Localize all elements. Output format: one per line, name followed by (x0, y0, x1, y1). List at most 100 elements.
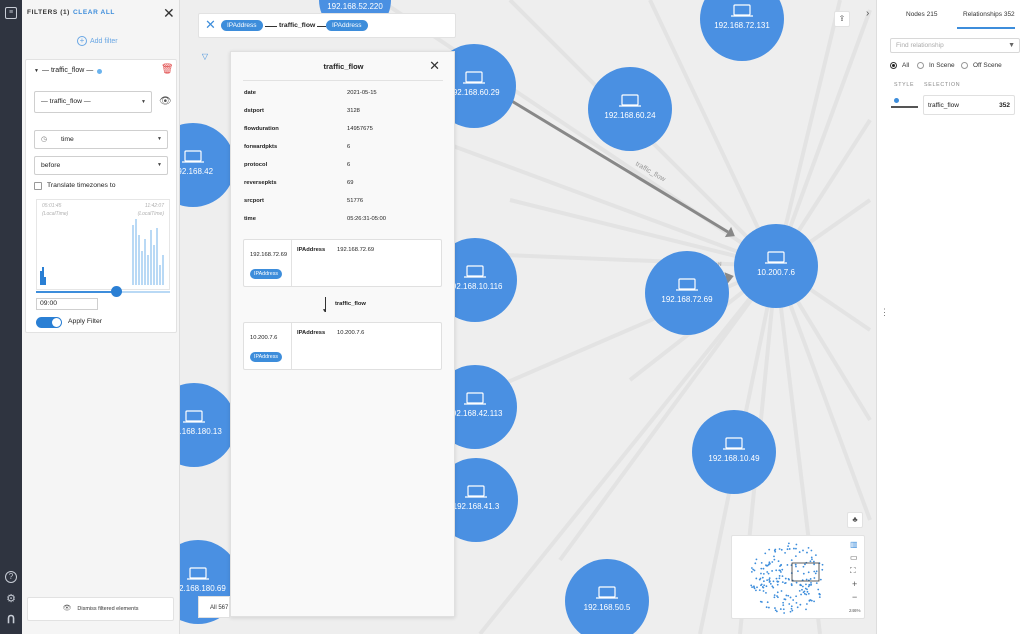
eye-icon[interactable]: 👁 (159, 96, 172, 107)
minimap-dot (807, 571, 810, 574)
funnel-icon[interactable]: ▽ (197, 50, 213, 66)
graph-node[interactable]: 192.168.180.13 (180, 383, 236, 467)
radio-all-label: All (902, 62, 910, 69)
node-circle[interactable] (645, 251, 729, 335)
hierarchy-layout-icon[interactable]: ♣ (847, 512, 863, 528)
minimap-dot (782, 608, 785, 611)
minimap-dot (799, 603, 802, 606)
path-to-pill[interactable]: IPAddress (326, 20, 368, 31)
target-prop-value: 10.200.7.6 (337, 330, 365, 336)
translate-timezones-checkbox[interactable] (34, 182, 42, 190)
minimap-dot (786, 564, 789, 566)
style-dot-icon[interactable] (894, 98, 899, 103)
property-value: 14957675 (347, 126, 373, 132)
minimap-dot (787, 594, 790, 597)
apply-filter-toggle[interactable] (36, 317, 62, 328)
minimap-dot (774, 607, 776, 609)
minimap-dot (783, 612, 786, 614)
property-value: 2021-05-15 (347, 90, 377, 96)
graph-node[interactable]: 192.168.60.24 (588, 67, 672, 151)
find-relationship-input[interactable]: Find relationship ▼ (890, 38, 1020, 53)
add-filter-button[interactable]: + Add filter (77, 36, 118, 46)
add-filter-label: Add filter (90, 37, 118, 45)
minimap-dot (804, 563, 806, 566)
node-circle[interactable] (734, 224, 818, 308)
minimap-dot (784, 582, 786, 585)
export-icon[interactable]: ⇪ (834, 11, 850, 27)
graph-node[interactable]: 10.200.7.6 (734, 224, 818, 308)
path-from-pill[interactable]: IPAddress (221, 20, 263, 31)
source-node-card[interactable]: 192.168.72.69 IPAddress IPAddress 192.16… (243, 239, 442, 287)
graph-node[interactable]: 192.168.10.49 (692, 410, 776, 494)
source-prop-key: IPAddress (297, 247, 326, 253)
help-icon[interactable]: ? (5, 571, 17, 583)
operator-select[interactable]: before ▼ (34, 156, 168, 175)
time-slider-handle[interactable] (111, 286, 123, 297)
minimap-dot (762, 586, 765, 589)
node-circle[interactable] (700, 0, 784, 61)
tab-relationships[interactable]: Relationships 352 (963, 11, 1015, 18)
minimap-dot (794, 563, 797, 566)
gear-icon[interactable]: ⚙ (5, 593, 17, 605)
minimap-dot (766, 571, 769, 573)
histogram-bar (44, 277, 46, 285)
radio-off-scene[interactable] (961, 62, 968, 69)
minimap-dot (752, 568, 755, 571)
zoom-out-icon[interactable]: − (852, 592, 857, 602)
minimap-dot (799, 583, 802, 586)
graph-node[interactable]: 192.168.50.5 (565, 559, 649, 634)
source-node-label-pill[interactable]: IPAddress (250, 269, 283, 279)
relationship-row[interactable]: traffic_flow 352 (923, 95, 1015, 115)
node-label: 192.168.60.24 (604, 111, 656, 120)
trash-icon[interactable]: 🗑 (161, 64, 174, 75)
collapse-caret-icon[interactable]: ▼ (34, 68, 39, 74)
chevron-right-icon[interactable]: › (866, 8, 869, 19)
minimap-dot (756, 586, 758, 589)
funnel-icon[interactable]: ▼ (1008, 42, 1015, 49)
minimap[interactable]: ▥ ▭ ⛶ + − 246% (731, 535, 865, 619)
close-icon[interactable]: ✕ (429, 58, 440, 74)
drag-handle-icon[interactable]: ⋮ (880, 308, 889, 317)
time-input[interactable]: 09:00 (36, 298, 98, 310)
zoom-in-icon[interactable]: + (852, 579, 857, 589)
filter-panel-icon[interactable]: ≡ (5, 7, 17, 19)
path-rel-label[interactable]: traffic_flow (279, 22, 315, 29)
minimap-dot (802, 572, 805, 575)
close-icon[interactable]: ✕ (205, 17, 216, 33)
minimap-dot (767, 572, 770, 575)
target-node-card[interactable]: 10.200.7.6 IPAddress IPAddress 10.200.7.… (243, 322, 442, 370)
minimap-dot (782, 604, 785, 607)
right-panel: › ⋮ Nodes 215 Relationships 352 Find rel… (866, 0, 1024, 634)
node-circle[interactable] (180, 123, 235, 207)
radio-in-scene[interactable] (917, 62, 924, 69)
minimap-dot (762, 580, 765, 583)
time-slider[interactable] (36, 286, 170, 297)
minimap-dot (773, 594, 776, 596)
node-circle[interactable] (692, 410, 776, 494)
map-icon[interactable]: ▥ (850, 540, 858, 549)
clear-all-button[interactable]: CLEAR ALL (73, 9, 115, 16)
relationship-type-select[interactable]: — traffic_flow — ▼ (34, 91, 152, 113)
radio-all[interactable] (890, 62, 897, 69)
tab-nodes[interactable]: Nodes 215 (906, 11, 937, 18)
fit-screen-icon[interactable]: ⛶ (850, 566, 856, 576)
minimap-dot (815, 570, 818, 573)
screen-icon[interactable]: ▭ (850, 553, 858, 562)
minimap-dot (766, 579, 769, 582)
relationship-name: traffic_flow (928, 102, 959, 109)
target-node-label-pill[interactable]: IPAddress (250, 352, 283, 362)
selection-column-header: SELECTION (924, 82, 961, 88)
node-circle[interactable] (588, 67, 672, 151)
close-icon[interactable]: ✕ (163, 5, 175, 22)
dismiss-filtered-button[interactable]: 👁 Dismiss filtered elements (27, 597, 174, 621)
all-count-tab[interactable]: All 567 (198, 596, 230, 618)
graph-node[interactable]: 192.168.72.131 (700, 0, 784, 61)
histogram-start-time: 05:01:45 (42, 203, 62, 209)
node-circle[interactable] (180, 383, 236, 467)
graph-node[interactable]: 192.168.72.69 (645, 251, 729, 335)
graph-node[interactable]: 192.168.42 (180, 123, 235, 207)
minimap-dot (787, 545, 790, 548)
minimap-dot (750, 567, 753, 569)
property-select[interactable]: ◷ time ▼ (34, 130, 168, 149)
minimap-dot (779, 565, 781, 568)
